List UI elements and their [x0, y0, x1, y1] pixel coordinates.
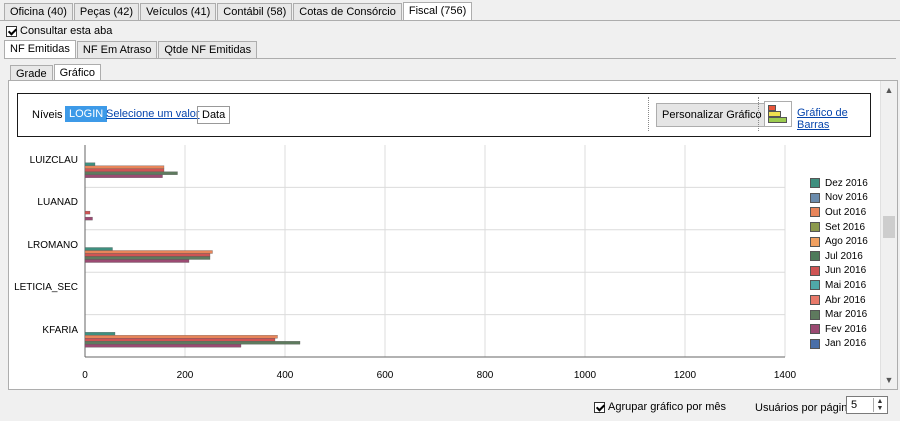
bar-luizclau — [84, 162, 96, 166]
bar-luanad — [84, 216, 93, 221]
legend-item: Jul 2016 — [810, 249, 868, 264]
legend-swatch — [810, 295, 820, 306]
group-month-checkbox-row[interactable]: Agrupar gráfico por mês — [594, 401, 726, 413]
users-per-page-spinner[interactable]: 5 ▲ ▼ — [846, 396, 888, 414]
legend-swatch — [810, 207, 820, 218]
bar-kfaria — [84, 341, 301, 345]
legend-item: Nov 2016 — [810, 191, 868, 206]
legend-swatch — [810, 265, 820, 276]
legend-swatch — [810, 309, 820, 320]
x-tick-label: 200 — [176, 370, 194, 381]
legend-item: Jan 2016 — [810, 337, 868, 352]
legend-label: Set 2016 — [825, 221, 866, 233]
legend-swatch — [810, 251, 820, 262]
legend-item: Fev 2016 — [810, 322, 868, 337]
legend-item: Jun 2016 — [810, 264, 868, 279]
legend-label: Jul 2016 — [825, 250, 863, 262]
users-per-page-label: Usuários por página — [755, 402, 854, 414]
bar-kfaria — [84, 335, 278, 339]
bar-lromano — [84, 247, 113, 251]
legend-swatch — [810, 236, 820, 247]
x-tick-label: 1400 — [773, 370, 797, 381]
bar-lromano — [84, 256, 211, 260]
y-tick-label: LUIZCLAU — [29, 155, 78, 166]
legend-item: Mai 2016 — [810, 278, 868, 293]
bar-luizclau — [84, 171, 178, 175]
y-tick-label: LETICIA_SEC — [14, 282, 78, 294]
x-tick-label: 600 — [376, 370, 394, 381]
chart-legend: Dez 2016 Nov 2016 Out 2016 Set 2016 Ago 2016… — [810, 176, 868, 351]
legend-item: Mar 2016 — [810, 307, 868, 322]
bar-luizclau — [84, 165, 165, 169]
legend-swatch — [810, 222, 820, 233]
legend-label: Jan 2016 — [825, 338, 867, 350]
bar-kfaria — [84, 338, 276, 342]
legend-label: Mai 2016 — [825, 279, 867, 291]
legend-label: Ago 2016 — [825, 236, 868, 248]
legend-swatch — [810, 178, 820, 189]
legend-item: Out 2016 — [810, 205, 868, 220]
legend-label: Nov 2016 — [825, 192, 868, 204]
x-tick-label: 1200 — [673, 370, 697, 381]
y-tick-label: KFARIA — [42, 324, 78, 336]
bar-luizclau — [84, 168, 165, 172]
bar-lromano — [84, 259, 190, 263]
x-tick-label: 400 — [276, 370, 294, 381]
y-tick-label: LUANAD — [37, 197, 78, 209]
users-per-page-value: 5 — [851, 399, 858, 411]
legend-item: Ago 2016 — [810, 234, 868, 249]
bar-kfaria — [84, 332, 116, 336]
bar-lromano — [84, 253, 211, 257]
bar-kfaria — [84, 344, 242, 348]
bar-luizclau — [84, 174, 163, 178]
x-tick-label: 1000 — [573, 370, 597, 381]
x-tick-label: 0 — [82, 370, 88, 381]
legend-label: Dez 2016 — [825, 177, 868, 189]
legend-swatch — [810, 280, 820, 291]
legend-swatch — [810, 192, 820, 203]
bar-chart — [84, 145, 786, 358]
bar-lromano — [84, 250, 213, 254]
legend-item: Abr 2016 — [810, 293, 868, 308]
legend-item: Dez 2016 — [810, 176, 868, 191]
group-month-label: Agrupar gráfico por mês — [608, 401, 726, 413]
group-month-checkbox[interactable] — [594, 401, 605, 413]
legend-label: Abr 2016 — [825, 294, 866, 306]
legend-item: Set 2016 — [810, 220, 868, 235]
legend-swatch — [810, 324, 820, 335]
legend-label: Fev 2016 — [825, 323, 867, 335]
y-tick-label: LROMANO — [27, 239, 78, 251]
x-tick-label: 800 — [476, 370, 494, 381]
legend-label: Out 2016 — [825, 206, 867, 218]
legend-label: Jun 2016 — [825, 265, 867, 277]
spinner-arrows-icon[interactable]: ▲ ▼ — [873, 398, 886, 412]
legend-label: Mar 2016 — [825, 309, 868, 321]
bar-luanad — [84, 210, 91, 215]
legend-swatch — [810, 338, 820, 349]
